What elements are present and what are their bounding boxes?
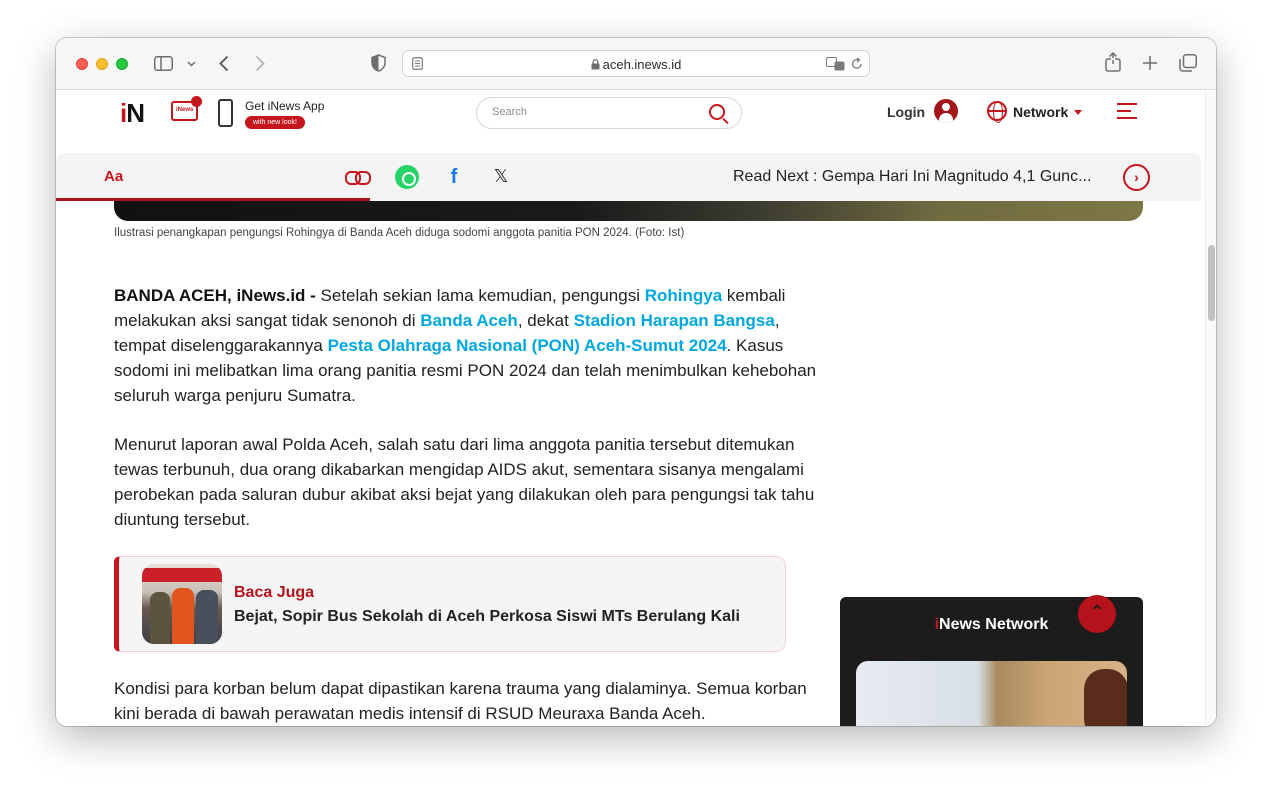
new-tab-icon[interactable] xyxy=(1143,56,1157,70)
login-link[interactable]: Login xyxy=(887,104,925,120)
menu-icon[interactable] xyxy=(1117,103,1137,121)
tab-overview-icon[interactable] xyxy=(1179,54,1197,72)
x-icon[interactable]: 𝕏 xyxy=(489,165,513,189)
new-look-badge: with new look! xyxy=(245,116,305,129)
scroll-to-top-icon[interactable]: ⌃ xyxy=(1078,595,1116,633)
scrollbar-thumb[interactable] xyxy=(1208,245,1215,321)
inews-logo[interactable]: iN xyxy=(120,98,145,129)
lock-icon xyxy=(591,59,600,70)
copy-link-icon[interactable] xyxy=(345,165,371,189)
address-bar[interactable]: aceh.inews.id xyxy=(402,50,870,77)
keyword-link-banda-aceh[interactable]: Banda Aceh xyxy=(420,311,518,330)
site-header: iN iNews Get iNews App with new look! Lo… xyxy=(56,91,1201,137)
dateline: BANDA ACEH, iNews.id - xyxy=(114,286,316,305)
article-paragraph: Menurut laporan awal Polda Aceh, salah s… xyxy=(114,435,815,529)
network-menu[interactable]: Network xyxy=(1013,104,1068,120)
search-input[interactable] xyxy=(492,106,692,118)
zoom-window-button[interactable] xyxy=(116,58,128,70)
whatsapp-icon[interactable] xyxy=(395,165,419,189)
image-caption: Ilustrasi penangkapan pengungsi Rohingya… xyxy=(114,227,685,239)
read-next-link[interactable]: Read Next : Gempa Hari Ini Magnitudo 4,1… xyxy=(733,168,1091,186)
tv-label: iNews xyxy=(176,107,194,113)
baca-juga-card[interactable]: Baca Juga Bejat, Sopir Bus Sekolah di Ac… xyxy=(114,556,786,652)
browser-window: aceh.inews.id iN iNews Get iNews App wit… xyxy=(56,38,1216,726)
forward-icon[interactable] xyxy=(255,55,265,72)
article-paragraph: BANDA ACEH, iNews.id - Setelah sekian la… xyxy=(114,283,824,408)
globe-icon[interactable] xyxy=(987,101,1007,123)
search-icon[interactable] xyxy=(709,104,725,120)
browser-toolbar: aceh.inews.id xyxy=(56,38,1216,90)
minimize-window-button[interactable] xyxy=(96,58,108,70)
shield-icon[interactable] xyxy=(371,54,386,72)
logo-n: N xyxy=(126,98,145,128)
tv-badge xyxy=(191,96,202,107)
keyword-link-pon[interactable]: Pesta Olahraga Nasional (PON) Aceh-Sumut… xyxy=(328,336,727,355)
url-text: aceh.inews.id xyxy=(602,57,682,72)
font-size-button[interactable]: Aa xyxy=(104,168,123,185)
article-paragraph: Kondisi para korban belum dapat dipastik… xyxy=(114,679,807,723)
share-icon[interactable] xyxy=(1105,52,1121,72)
keyword-link-rohingya[interactable]: Rohingya xyxy=(645,286,722,305)
phone-icon[interactable] xyxy=(218,99,233,127)
reload-icon[interactable] xyxy=(851,57,863,70)
chevron-down-icon[interactable] xyxy=(187,61,196,67)
baca-juga-title[interactable]: Bejat, Sopir Bus Sekolah di Aceh Perkosa… xyxy=(234,608,740,626)
user-icon[interactable] xyxy=(934,99,958,123)
baca-juga-thumbnail[interactable] xyxy=(142,564,222,644)
url-display[interactable]: aceh.inews.id xyxy=(403,57,869,72)
paragraph-text: Setelah sekian lama kemudian, pengungsi xyxy=(315,286,645,305)
share-bar: Aa f 𝕏 Read Next : Gempa Hari Ini Magnit… xyxy=(56,153,1201,201)
caret-down-icon[interactable] xyxy=(1074,110,1082,115)
back-icon[interactable] xyxy=(219,55,229,72)
chevron-right-icon[interactable]: › xyxy=(1123,164,1150,191)
get-app-link[interactable]: Get iNews App xyxy=(245,99,324,113)
sidebar-icon[interactable] xyxy=(154,56,173,71)
network-card-image[interactable] xyxy=(856,661,1127,726)
keyword-link-stadion[interactable]: Stadion Harapan Bangsa xyxy=(574,311,775,330)
page-scrollbar[interactable] xyxy=(1205,91,1216,726)
facebook-icon[interactable]: f xyxy=(442,165,466,189)
paragraph-text: , dekat xyxy=(517,311,574,330)
baca-juga-label: Baca Juga xyxy=(234,584,315,601)
search-box[interactable] xyxy=(476,97,742,129)
hero-image xyxy=(114,201,1143,221)
close-window-button[interactable] xyxy=(76,58,88,70)
web-page: iN iNews Get iNews App with new look! Lo… xyxy=(56,91,1216,726)
translate-icon[interactable] xyxy=(826,57,845,71)
